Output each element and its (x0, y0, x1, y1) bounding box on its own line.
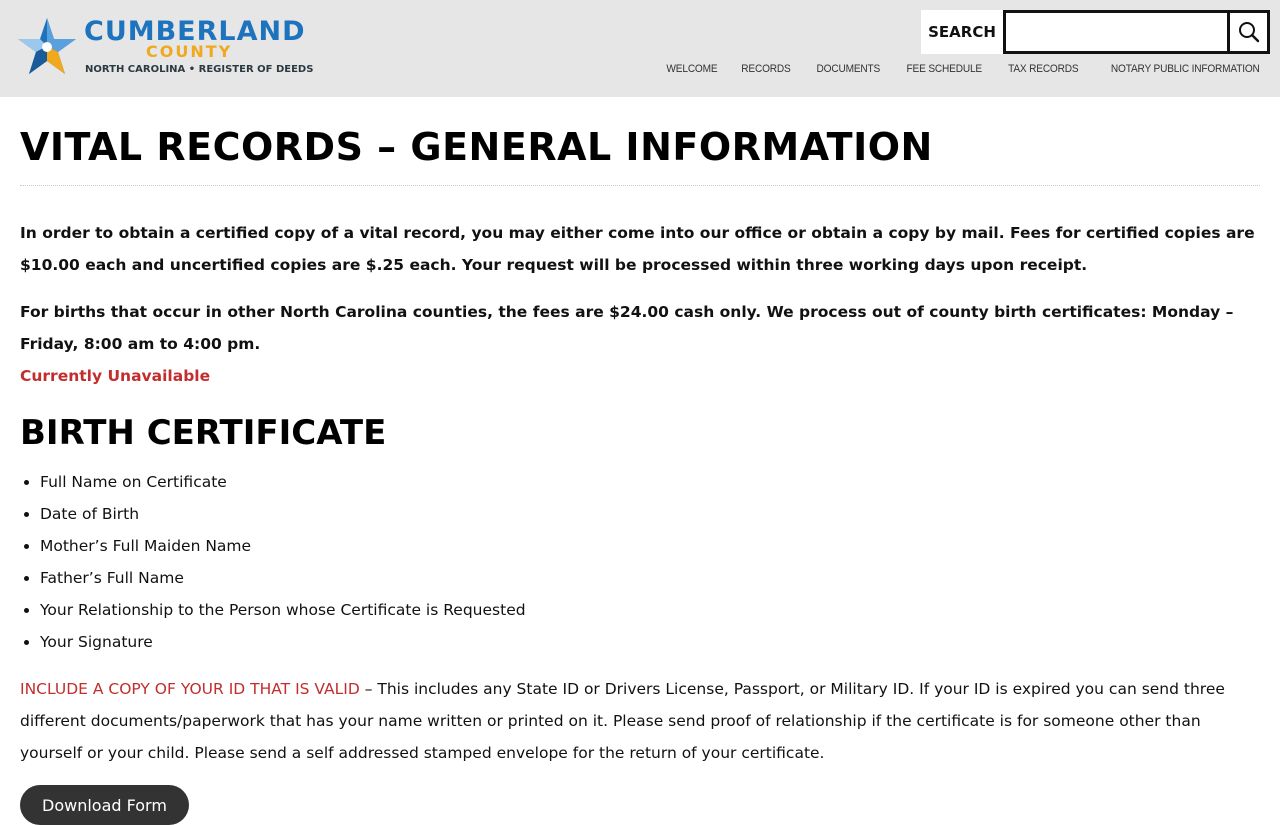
list-item: Father’s Full Name (40, 562, 1260, 594)
search-input[interactable] (1003, 10, 1228, 54)
nav-fee-schedule[interactable]: FEE SCHEDULE (906, 63, 982, 75)
search-button[interactable] (1227, 10, 1270, 54)
nav-notary-public-information[interactable]: NOTARY PUBLIC INFORMATION (1111, 63, 1260, 75)
list-item: Full Name on Certificate (40, 466, 1260, 498)
birth-requirements-list: Full Name on Certificate Date of Birth M… (20, 466, 1260, 658)
page-title: VITAL RECORDS – GENERAL INFORMATION (20, 125, 933, 169)
birth-certificate-heading: BIRTH CERTIFICATE (20, 413, 387, 453)
out-of-county-paragraph: For births that occur in other North Car… (20, 303, 1234, 353)
site-header: CUMBERLAND COUNTY NORTH CAROLINA • REGIS… (0, 0, 1280, 97)
id-requirement-paragraph: INCLUDE A COPY OF YOUR ID THAT IS VALID … (20, 673, 1260, 769)
title-divider (20, 185, 1260, 186)
nav-welcome[interactable]: WELCOME (666, 63, 717, 75)
list-item: Your Signature (40, 626, 1260, 658)
list-item: Mother’s Full Maiden Name (40, 530, 1260, 562)
logo-county: COUNTY (146, 42, 233, 61)
search-icon (1238, 22, 1259, 43)
id-requirement-highlight: INCLUDE A COPY OF YOUR ID THAT IS VALID (20, 680, 360, 698)
search-label: SEARCH (921, 10, 1003, 54)
logo-subtitle: NORTH CAROLINA • REGISTER OF DEEDS (85, 64, 314, 75)
unavailable-notice: Currently Unavailable (20, 367, 211, 385)
main-nav: WELCOME RECORDS DOCUMENTS FEE SCHEDULE T… (662, 63, 1260, 75)
main-content: VITAL RECORDS – GENERAL INFORMATION In o… (20, 97, 1260, 825)
nav-documents[interactable]: DOCUMENTS (816, 63, 880, 75)
download-form-button[interactable]: Download Form (20, 785, 189, 825)
list-item: Your Relationship to the Person whose Ce… (40, 594, 1260, 626)
nav-tax-records[interactable]: TAX RECORDS (1008, 63, 1079, 75)
site-logo[interactable]: CUMBERLAND COUNTY NORTH CAROLINA • REGIS… (16, 16, 316, 80)
star-logo-icon (18, 18, 76, 74)
nav-records[interactable]: RECORDS (742, 63, 792, 75)
intro-paragraph: In order to obtain a certified copy of a… (20, 224, 1255, 274)
list-item: Date of Birth (40, 498, 1260, 530)
